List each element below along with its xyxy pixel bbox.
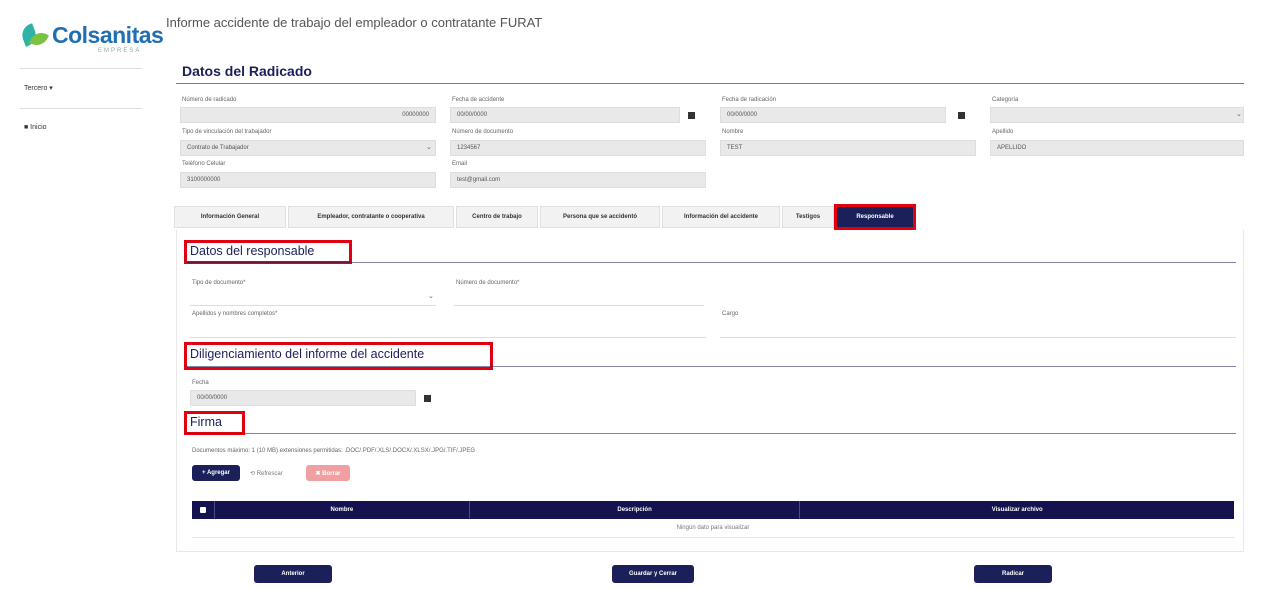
- upload-help-text: Documentos máximo: 1 (10 MB) extensiones…: [192, 448, 476, 454]
- tab-centro-trabajo[interactable]: Centro de trabajo: [456, 206, 538, 228]
- tab-persona-accidentada[interactable]: Persona que se accidentó: [540, 206, 660, 228]
- logo-leaf-icon: [19, 22, 50, 49]
- section-rule: [186, 262, 1236, 263]
- label-apellido: Apellido: [992, 129, 1014, 135]
- refresh-button[interactable]: ⟲ Refrescar: [250, 470, 283, 477]
- colsanitas-logo[interactable]: Colsanitas: [19, 22, 164, 49]
- label-telefono: Teléfono Celular: [182, 161, 226, 167]
- label-fecha-radicacion: Fecha de radicación: [722, 97, 777, 103]
- previous-button[interactable]: Anterior: [254, 565, 332, 583]
- page-title: Informe accidente de trabajo del emplead…: [166, 15, 543, 30]
- sidebar-divider: [20, 68, 142, 69]
- delete-button[interactable]: ✖ Borrar: [306, 465, 350, 481]
- label-numero-radicado: Número de radicado: [182, 97, 237, 103]
- label-numero-documento-responsable: Número de documento*: [456, 280, 520, 286]
- label-categoria: Categoría: [992, 97, 1019, 103]
- numero-documento-responsable-field[interactable]: [454, 290, 704, 306]
- label-numero-documento: Número de documento: [452, 129, 514, 135]
- label-fecha: Fecha: [192, 380, 209, 386]
- chevron-down-icon: ⌄: [426, 144, 432, 151]
- tab-responsable[interactable]: Responsable: [834, 204, 916, 230]
- tipo-empleo-select[interactable]: Contrato de Trabajador: [180, 140, 436, 156]
- nombres-completos-field[interactable]: [190, 322, 706, 338]
- email-field[interactable]: test@gmail.com: [450, 172, 706, 188]
- radicar-button[interactable]: Radicar: [974, 565, 1052, 583]
- files-table-header: Nombre Descripción Visualizar archivo: [192, 501, 1234, 519]
- section-title-radicado: Datos del Radicado: [182, 63, 312, 79]
- save-close-button[interactable]: Guardar y Cerrar: [612, 565, 694, 583]
- select-all-checkbox[interactable]: [192, 501, 214, 519]
- fecha-diligenciamiento-field[interactable]: 00/00/0000: [190, 390, 416, 406]
- label-nombres-completos: Apellidos y nombres completos*: [192, 311, 278, 317]
- nombre-field[interactable]: TEST: [720, 140, 976, 156]
- section-title-responsable: Datos del responsable: [190, 244, 315, 258]
- telefono-field[interactable]: 3100000000: [180, 172, 436, 188]
- calendar-icon[interactable]: [958, 112, 965, 119]
- sidebar-item-inicio[interactable]: ■ Inicio: [24, 124, 47, 131]
- tab-informacion-general[interactable]: Información General: [174, 206, 286, 228]
- tab-informacion-accidente[interactable]: Información del accidente: [662, 206, 780, 228]
- empty-table-row: Ningún dato para visualizar: [192, 519, 1234, 538]
- section-rule: [186, 366, 1236, 367]
- column-header-descripcion[interactable]: Descripción: [468, 501, 800, 519]
- label-email: Email: [452, 161, 468, 167]
- label-tipo-empleo: Tipo de vinculación del trabajador: [182, 129, 272, 135]
- chevron-down-icon: ⌄: [1236, 111, 1242, 118]
- label-tipo-documento: Tipo de documento*: [192, 280, 246, 286]
- section-title-diligenciamiento: Diligenciamiento del informe del acciden…: [190, 347, 425, 361]
- tipo-documento-select[interactable]: [190, 290, 436, 306]
- section-rule: [186, 433, 1236, 434]
- fecha-accidente-field[interactable]: 00/00/0000: [450, 107, 680, 123]
- tab-empleador[interactable]: Empleador, contratante o cooperativa: [288, 206, 454, 228]
- tab-testigos[interactable]: Testigos: [782, 206, 834, 228]
- section-title-firma: Firma: [190, 415, 222, 429]
- chevron-down-icon: ⌄: [428, 293, 434, 300]
- label-cargo: Cargo: [722, 311, 739, 317]
- cargo-field[interactable]: [720, 322, 1236, 338]
- upload-button[interactable]: + Agregar: [192, 465, 240, 481]
- section-rule: [176, 83, 1244, 84]
- label-nombre: Nombre: [722, 129, 744, 135]
- label-fecha-accidente: Fecha de accidente: [452, 97, 505, 103]
- sidebar: Colsanitas EMPRESA Tercero ▾ ■ Inicio: [0, 0, 164, 589]
- calendar-icon[interactable]: [688, 112, 695, 119]
- logo-subtext: EMPRESA: [98, 48, 142, 54]
- sidebar-item-tercero[interactable]: Tercero ▾: [24, 84, 53, 92]
- numero-documento-field[interactable]: 1234567: [450, 140, 706, 156]
- fecha-radicacion-field[interactable]: 00/00/0000: [720, 107, 946, 123]
- column-header-nombre[interactable]: Nombre: [213, 501, 469, 519]
- categoria-select[interactable]: [990, 107, 1244, 123]
- tab-bar: Información General Empleador, contratan…: [174, 204, 916, 230]
- calendar-icon[interactable]: [424, 395, 431, 402]
- numero-radicado-field[interactable]: 00000000: [180, 107, 436, 123]
- sidebar-divider: [20, 108, 142, 109]
- column-header-visualizar[interactable]: Visualizar archivo: [799, 501, 1234, 519]
- logo-text: Colsanitas: [52, 22, 164, 48]
- apellido-field[interactable]: APELLIDO: [990, 140, 1244, 156]
